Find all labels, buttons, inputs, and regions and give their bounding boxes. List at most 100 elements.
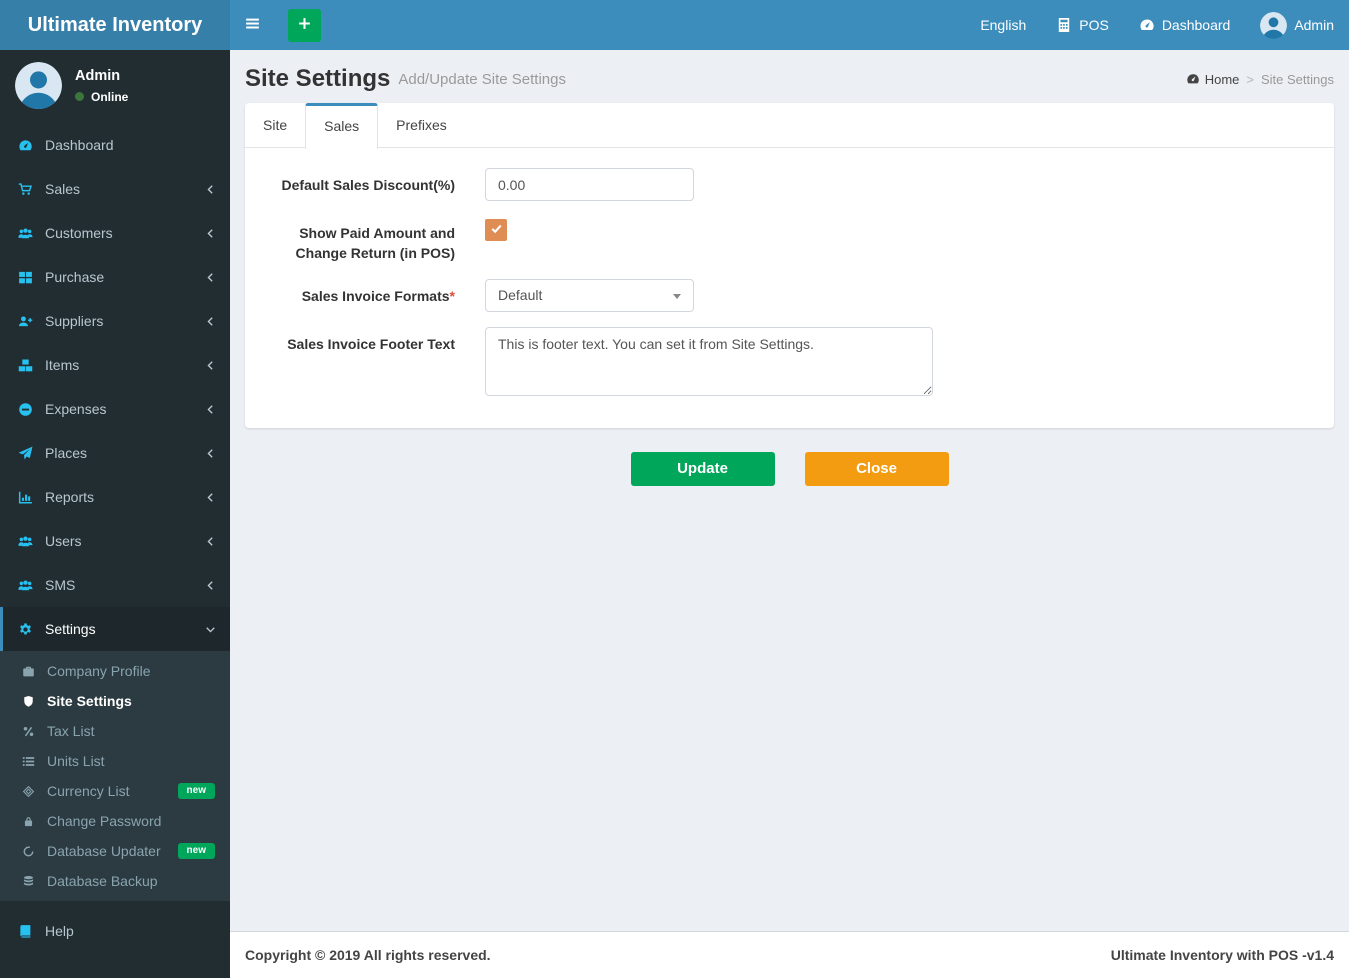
sidebar-item-label: Settings [45,621,96,637]
form-row-invoice-format: Sales Invoice Formats* Default [255,278,1324,312]
navbar-right: English POS Dashboard Admin [965,0,1349,50]
cart-icon [18,182,45,197]
show-paid-amount-checkbox[interactable] [485,219,507,241]
circle-icon [22,845,47,858]
submenu-item-label: Database Backup [47,873,158,889]
sidebar-item-label: Purchase [45,269,105,285]
dashboard-link[interactable]: Dashboard [1124,0,1246,50]
tab-site[interactable]: Site [245,103,305,148]
chevron-down-icon [205,624,216,635]
main-header: Ultimate Inventory English POS Dashboard [0,0,1349,50]
brand-logo[interactable]: Ultimate Inventory [0,0,230,50]
paper-plane-icon [18,446,45,461]
version-text: Ultimate Inventory with POS -v1.4 [1110,947,1334,963]
sidebar-item-currency-list[interactable]: Currency List new [0,776,230,806]
caret-down-icon [673,293,681,299]
sidebar-toggle-button[interactable] [230,0,274,50]
calculator-icon [1059,18,1070,32]
users-icon [18,578,45,593]
sales-invoice-format-select[interactable]: Default [485,278,694,312]
pos-link[interactable]: POS [1041,0,1124,50]
user-avatar-icon [1260,11,1288,39]
user-name: Admin [75,67,121,84]
sidebar-item-site-settings[interactable]: Site Settings [0,686,230,716]
submenu-item-label: Units List [47,753,105,769]
breadcrumb: Home > Site Settings [1186,72,1334,87]
gauge-icon [1187,74,1199,84]
form-row-footer-text: Sales Invoice Footer Text This is footer… [255,326,1324,396]
update-button[interactable]: Update [630,451,775,486]
tab-sales[interactable]: Sales [305,103,379,149]
gears-icon [18,622,45,637]
pos-label: POS [1079,17,1109,33]
sidebar-item-suppliers[interactable]: Suppliers [0,299,230,343]
chevron-left-icon [205,580,216,591]
default-sales-discount-input[interactable] [485,168,694,201]
sidebar-item-items[interactable]: Items [0,343,230,387]
form-row-paid-amount: Show Paid Amount and Change Return (in P… [255,216,1324,264]
sidebar-item-company-profile[interactable]: Company Profile [0,656,230,686]
sidebar-item-label: Items [45,357,80,373]
list-icon [22,755,47,768]
new-badge: new [177,783,215,799]
sidebar: Admin Online Dashboard Sales Customers P… [0,50,230,978]
settings-submenu: Company Profile Site Settings Tax List U… [0,651,230,901]
check-icon [490,222,503,238]
copyright-text: Copyright © 2019 All rights reserved. [245,947,491,963]
sales-tab-content: Default Sales Discount(%) Show Paid Amou… [245,148,1334,428]
sidebar-item-settings[interactable]: Settings [0,607,230,651]
chevron-left-icon [205,184,216,195]
user-panel: Admin Online [0,50,230,123]
users-icon [18,534,45,549]
sidebar-item-database-backup[interactable]: Database Backup [0,866,230,896]
sidebar-item-label: Help [45,923,74,939]
plus-icon [297,16,312,34]
sidebar-item-users[interactable]: Users [0,519,230,563]
breadcrumb-home-label: Home [1204,71,1240,87]
sidebar-item-help[interactable]: Help [0,909,230,953]
user-status: Online [75,90,128,104]
chevron-left-icon [205,272,216,283]
sidebar-item-dashboard[interactable]: Dashboard [0,123,230,167]
page-footer: Copyright © 2019 All rights reserved. Ul… [230,931,1349,978]
chevron-left-icon [205,492,216,503]
gauge-icon [1140,19,1154,30]
bar-chart-icon [18,490,45,505]
shield-icon [22,695,47,708]
sidebar-item-places[interactable]: Places [0,431,230,475]
quick-add-button[interactable] [288,8,321,42]
sales-invoice-footer-label: Sales Invoice Footer Text [287,335,455,352]
sidebar-item-sms[interactable]: SMS [0,563,230,607]
chevron-left-icon [205,536,216,547]
sidebar-item-sales[interactable]: Sales [0,167,230,211]
language-label: English [980,17,1027,33]
close-button[interactable]: Close [804,451,949,486]
lock-icon [22,815,47,828]
sales-invoice-formats-label-text: Sales Invoice Formats [301,287,450,304]
sidebar-item-label: Expenses [45,401,107,417]
sidebar-item-expenses[interactable]: Expenses [0,387,230,431]
chevron-left-icon [205,404,216,415]
sidebar-item-label: SMS [45,577,76,593]
tab-prefixes[interactable]: Prefixes [378,103,465,148]
sidebar-item-purchase[interactable]: Purchase [0,255,230,299]
chevron-left-icon [205,228,216,239]
language-menu[interactable]: English [965,0,1041,50]
chevron-left-icon [205,448,216,459]
sidebar-item-database-updater[interactable]: Database Updater new [0,836,230,866]
users-icon [18,226,45,241]
sales-invoice-footer-textarea[interactable]: This is footer text. You can set it from… [485,326,933,396]
dashboard-label: Dashboard [1161,17,1231,33]
sidebar-item-units-list[interactable]: Units List [0,746,230,776]
breadcrumb-separator: > [1246,71,1254,87]
user-menu[interactable]: Admin [1245,0,1349,50]
required-asterisk: * [449,287,455,304]
sidebar-item-reports[interactable]: Reports [0,475,230,519]
sidebar-item-customers[interactable]: Customers [0,211,230,255]
submenu-item-label: Change Password [47,813,162,829]
breadcrumb-home[interactable]: Home [1186,71,1240,87]
user-plus-icon [18,314,45,329]
sidebar-item-change-password[interactable]: Change Password [0,806,230,836]
sidebar-item-tax-list[interactable]: Tax List [0,716,230,746]
chevron-left-icon [205,316,216,327]
